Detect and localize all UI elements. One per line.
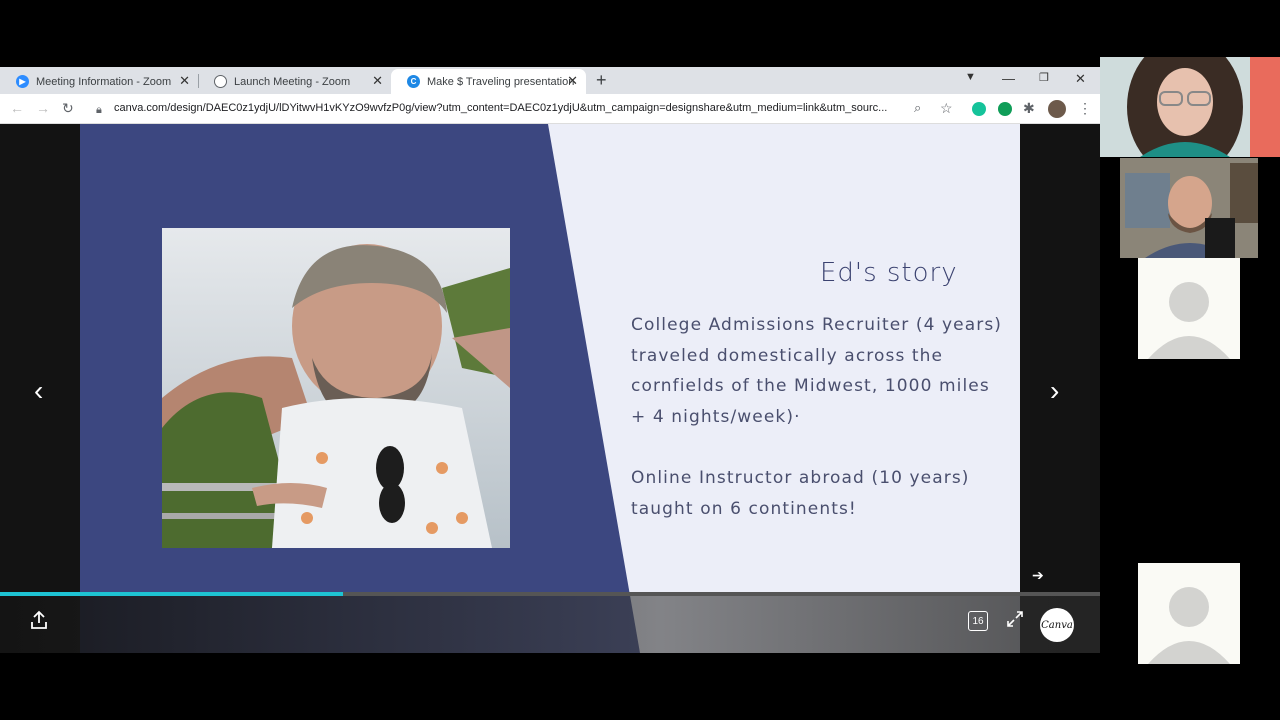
forward-icon[interactable]: → (36, 100, 50, 116)
presentation-controls: 16 Canva (0, 596, 1100, 653)
close-icon[interactable]: ✕ (372, 74, 383, 88)
slide-grid-button[interactable]: 16 (968, 611, 988, 631)
back-icon[interactable]: ← (10, 100, 24, 116)
reload-icon[interactable]: ↻ (62, 100, 74, 116)
participant-avatar-3 (1138, 258, 1240, 359)
zoom-magnifier-icon[interactable]: ⌕ (914, 100, 921, 116)
body-line: + 4 nights/week)· (631, 407, 801, 428)
lock-icon: 🔒︎ (96, 104, 102, 116)
address-toolbar: ← → ↻ 🔒︎ canva.com/design/DAEC0z1ydjU/lD… (0, 94, 1100, 124)
globe-icon (214, 75, 227, 88)
tab-launch-meeting[interactable]: Launch Meeting - Zoom ✕ (198, 69, 391, 94)
pointer-cursor-icon: ➔ (1032, 567, 1044, 583)
tab-title: Launch Meeting - Zoom (234, 75, 351, 88)
body-line: College Admissions Recruiter (4 years) (631, 315, 1003, 335)
slide-body: College Admissions Recruiter (4 years) t… (631, 310, 1011, 524)
share-upload-icon[interactable] (30, 610, 48, 635)
bookmark-star-icon[interactable]: ☆ (940, 100, 953, 116)
restore-button[interactable]: ❐ (1039, 71, 1049, 84)
tab-bar: ▶ Meeting Information - Zoom ✕ Launch Me… (0, 67, 1100, 94)
zoom-icon: ▶ (16, 75, 29, 88)
extension-icon[interactable] (998, 102, 1012, 116)
close-window-button[interactable]: ✕ (1075, 71, 1086, 87)
new-tab-button[interactable]: + (596, 71, 607, 89)
screen: ▶ Meeting Information - Zoom ✕ Launch Me… (0, 0, 1280, 720)
participant-avatar-4 (1138, 563, 1240, 664)
canva-logo[interactable]: Canva (1040, 608, 1074, 642)
profile-avatar[interactable] (1048, 100, 1066, 118)
ed-photo (162, 228, 510, 548)
previous-slide-arrow[interactable]: ‹ (34, 377, 43, 405)
tab-meeting-information[interactable]: ▶ Meeting Information - Zoom ✕ (0, 69, 198, 94)
tab-title: Make $ Traveling presentation (427, 75, 575, 88)
tab-make-traveling-presentation[interactable]: C Make $ Traveling presentation ✕ (391, 69, 586, 94)
menu-kebab-icon[interactable]: ⋮ (1078, 100, 1092, 116)
canva-icon: C (407, 75, 420, 88)
minimize-button[interactable]: — (1002, 71, 1015, 86)
grammarly-extension-icon[interactable] (972, 102, 986, 116)
tab-title: Meeting Information - Zoom (36, 75, 172, 88)
puzzle-extensions-icon[interactable]: ✱ (1023, 100, 1035, 116)
tab-search-icon[interactable]: ▼ (965, 71, 976, 83)
next-slide-arrow[interactable]: › (1050, 377, 1059, 405)
slide: Ed's story College Admissions Recruiter … (80, 124, 1020, 653)
browser-window: ▶ Meeting Information - Zoom ✕ Launch Me… (0, 67, 1100, 653)
body-line: cornfields of the Midwest, 1000 miles (631, 376, 990, 397)
presentation-viewport: Ed's story College Admissions Recruiter … (0, 124, 1100, 653)
participant-video-1 (1100, 57, 1280, 157)
close-icon[interactable]: ✕ (567, 74, 578, 88)
participant-video-2 (1120, 158, 1258, 258)
slide-title: Ed's story (820, 258, 958, 288)
address-bar[interactable]: canva.com/design/DAEC0z1ydjU/lDYitwvH1vK… (114, 102, 904, 114)
body-line: Online Instructor abroad (10 years) (631, 467, 970, 488)
close-icon[interactable]: ✕ (179, 74, 190, 88)
body-line: taught on 6 continents! (631, 498, 857, 519)
body-line: traveled domestically across the (631, 345, 944, 366)
fullscreen-icon[interactable] (1006, 610, 1024, 633)
